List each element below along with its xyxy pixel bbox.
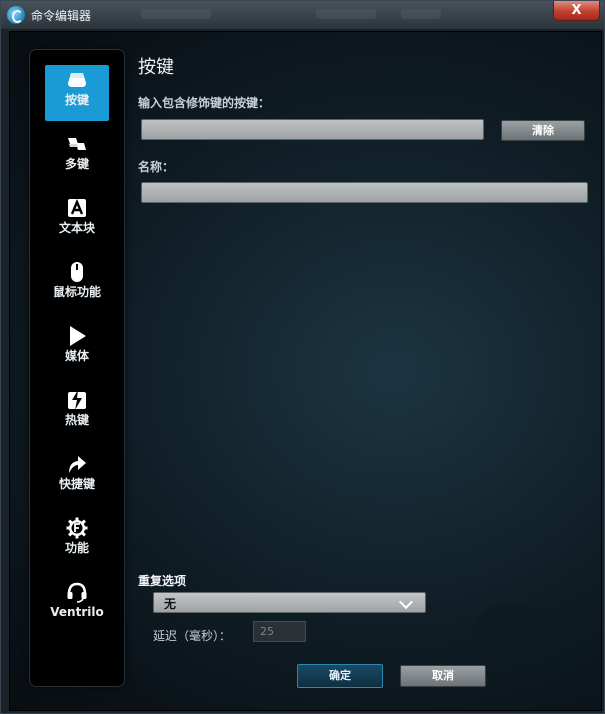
background-blur xyxy=(141,9,211,19)
repeat-selected-value: 无 xyxy=(164,597,177,611)
name-input[interactable] xyxy=(141,182,588,203)
sidebar-item-function[interactable]: 功能 xyxy=(45,513,109,569)
sidebar-item-label: 鼠标功能 xyxy=(52,285,101,299)
mouse-icon xyxy=(71,262,83,282)
clear-button[interactable]: 清除 xyxy=(501,120,585,141)
command-type-sidebar: 按键 多键 文本块 鼠标功能 媒体 热键 快捷键 功能 Ventrilo xyxy=(30,50,124,686)
background-blur xyxy=(316,9,376,19)
shortcut-arrow-icon xyxy=(69,456,86,473)
chevron-down-icon xyxy=(398,594,414,610)
delay-label: 延迟（毫秒）： xyxy=(153,629,232,643)
background-blur xyxy=(401,9,441,19)
logitech-logo-icon xyxy=(7,6,25,24)
name-label: 名称： xyxy=(138,160,175,174)
headset-icon xyxy=(67,582,87,603)
ok-button[interactable]: 确定 xyxy=(297,664,383,688)
multikey-icon xyxy=(68,138,86,150)
play-icon xyxy=(70,326,86,346)
delay-input[interactable]: 25 xyxy=(253,621,306,642)
cancel-button[interactable]: 取消 xyxy=(400,665,486,687)
text-block-icon xyxy=(68,198,86,217)
sidebar-item-keystroke[interactable]: 按键 xyxy=(45,65,109,121)
sidebar-item-label: 功能 xyxy=(64,541,89,555)
title-bar[interactable]: 命令编辑器 X xyxy=(1,1,604,29)
sidebar-item-mouse-function[interactable]: 鼠标功能 xyxy=(45,257,109,313)
command-editor-window: 命令编辑器 X 按键 多键 文本块 鼠标功能 媒体 热键 快捷键 功能 Vent… xyxy=(0,0,605,714)
sidebar-item-label: 文本块 xyxy=(58,221,95,235)
hotkey-icon xyxy=(68,390,86,410)
sidebar-item-media[interactable]: 媒体 xyxy=(45,321,109,377)
function-gear-icon xyxy=(66,517,88,539)
key-icon xyxy=(68,73,86,87)
repeat-options-label: 重复选项 xyxy=(138,574,187,588)
sidebar-item-label: 快捷键 xyxy=(58,477,95,491)
sidebar-item-label: Ventrilo xyxy=(50,605,104,619)
background-glow xyxy=(471,606,591,666)
sidebar-item-label: 按键 xyxy=(64,93,89,107)
sidebar-item-shortcut[interactable]: 快捷键 xyxy=(45,449,109,505)
sidebar-item-multikey[interactable]: 多键 xyxy=(45,129,109,185)
keystroke-label: 输入包含修饰键的按键： xyxy=(138,96,271,110)
sidebar-item-text-block[interactable]: 文本块 xyxy=(45,193,109,249)
keystroke-input[interactable] xyxy=(141,119,484,140)
sidebar-item-label: 多键 xyxy=(64,157,89,171)
sidebar-item-label: 媒体 xyxy=(64,349,89,363)
page-title: 按键 xyxy=(138,57,174,78)
sidebar-item-label: 热键 xyxy=(64,413,89,427)
repeat-options-select[interactable]: 无 xyxy=(153,592,426,613)
sidebar-item-hotkey[interactable]: 热键 xyxy=(45,385,109,441)
sidebar-item-ventrilo[interactable]: Ventrilo xyxy=(45,577,109,633)
close-button[interactable]: X xyxy=(553,1,600,21)
window-title: 命令编辑器 xyxy=(31,9,92,23)
